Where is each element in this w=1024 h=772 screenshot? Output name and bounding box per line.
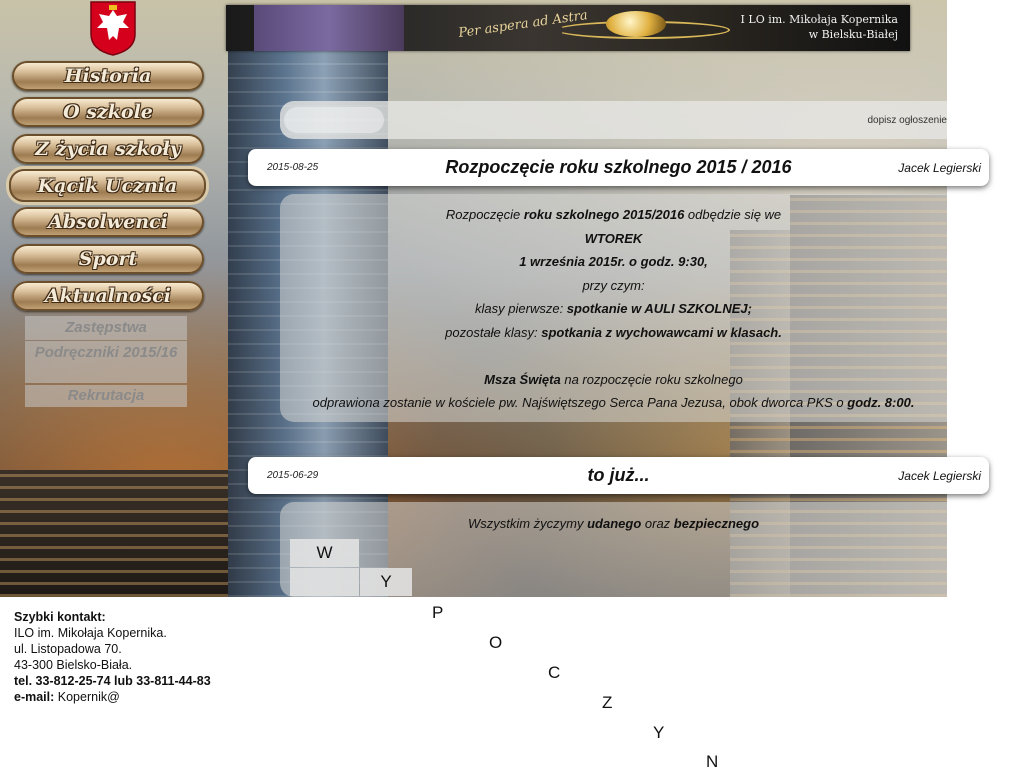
- contact-email: e-mail: Kopernik@: [14, 689, 211, 705]
- nav-label: Sport: [78, 248, 138, 270]
- nav-label: Historia: [64, 65, 152, 87]
- wish-letter: C: [548, 663, 561, 682]
- post-line: klasy pierwsze: spotkanie w AULI SZKOLNE…: [475, 301, 752, 316]
- contact-phone: tel. 33-812-25-74 lub 33-811-44-83: [14, 674, 211, 688]
- nav-z-zycia-szkoly-button[interactable]: Z życia szkoły: [12, 134, 204, 164]
- nav-label: Z życia szkoły: [35, 138, 181, 160]
- nav-kacik-ucznia-button[interactable]: Kącik Ucznia: [9, 169, 206, 202]
- wish-letter: O: [489, 633, 503, 652]
- nav-historia-button[interactable]: Historia: [12, 61, 204, 91]
- wish-letter: Z: [602, 693, 613, 712]
- post-line: Msza Święta na rozpoczęcie roku szkolneg…: [484, 371, 743, 387]
- nav-label: Aktualności: [45, 285, 171, 307]
- nav-label: Kącik Ucznia: [37, 174, 178, 197]
- contact-street: ul. Listopadowa 70.: [14, 642, 122, 656]
- banner-school-line2: w Bielsku-Białej: [808, 28, 898, 41]
- post-author: Jacek Legierski: [898, 161, 981, 175]
- post-spacer: [280, 344, 947, 368]
- subnav-zastepstwa-link[interactable]: Zastępstwa: [25, 316, 187, 340]
- post-header: 2015-06-29 to już... Jacek Legierski: [248, 457, 989, 494]
- nav-aktualnosci-button[interactable]: Aktualności: [12, 281, 204, 311]
- post-line: Rozpoczęcie roku szkolnego 2015/2016 odb…: [445, 207, 782, 222]
- contact-city: 43-300 Bielsko-Biała.: [14, 658, 133, 672]
- polish-eagle-emblem-icon: [90, 1, 136, 56]
- nav-o-szkole-button[interactable]: O szkole: [12, 97, 204, 127]
- banner-motto: Per aspera ad Astra: [457, 8, 589, 41]
- announcement-slot: [284, 107, 384, 133]
- post-header: 2015-08-25 Rozpoczęcie roku szkolnego 20…: [248, 149, 989, 186]
- contact-email-link[interactable]: Kopernik@: [54, 690, 120, 704]
- post-line: przy czym:: [582, 277, 645, 293]
- nav-label: Absolwenci: [48, 211, 168, 233]
- wish-letter: N: [706, 752, 719, 771]
- post-line: WTOREK: [584, 230, 643, 246]
- post-line: 1 września 2015r. o godz. 9:30,: [519, 254, 708, 269]
- post-line: Wszystkim życzymy udanego oraz bezpieczn…: [467, 516, 760, 531]
- nav-sport-button[interactable]: Sport: [12, 244, 204, 274]
- subnav-podreczniki-link[interactable]: Podręczniki 2015/16: [25, 341, 187, 383]
- wish-letter: Y: [360, 568, 412, 596]
- post-title[interactable]: Rozpoczęcie roku szkolnego 2015 / 2016: [248, 157, 989, 178]
- quick-contact: Szybki kontakt: ILO im. Mikołaja Koperni…: [14, 609, 211, 705]
- subnav-rekrutacja-link[interactable]: Rekrutacja: [25, 385, 187, 407]
- post-title[interactable]: to już...: [248, 465, 989, 486]
- planet-graphic: [606, 11, 666, 37]
- contact-email-label: e-mail:: [14, 690, 55, 704]
- wish-letter: W: [290, 539, 359, 567]
- wish-letter-cell: [290, 568, 359, 596]
- banner-school-name: I LO im. Mikołaja Kopernika w Bielsku-Bi…: [741, 12, 898, 42]
- wish-letter: Y: [653, 723, 665, 742]
- post-line: pozostałe klasy: spotkania z wychowawcam…: [445, 324, 782, 340]
- announcement-bar: dopisz ogłoszenie: [280, 101, 947, 139]
- building-graphic: [0, 470, 228, 597]
- nav-absolwenci-button[interactable]: Absolwenci: [12, 207, 204, 237]
- post-author: Jacek Legierski: [898, 469, 981, 483]
- contact-name: ILO im. Mikołaja Kopernika.: [14, 626, 167, 640]
- contact-heading: Szybki kontakt:: [14, 610, 106, 624]
- post-body: Rozpoczęcie roku szkolnego 2015/2016 odb…: [280, 194, 947, 422]
- nav-label: O szkole: [63, 101, 153, 123]
- add-announcement-link[interactable]: dopisz ogłoszenie: [868, 115, 948, 126]
- wish-letter: P: [432, 603, 444, 622]
- copernicus-portrait-image: [254, 5, 404, 51]
- header-banner: Per aspera ad Astra I LO im. Mikołaja Ko…: [226, 5, 910, 51]
- banner-school-line1: I LO im. Mikołaja Kopernika: [740, 13, 898, 26]
- post-line: odprawiona zostanie w kościele pw. Najśw…: [312, 395, 915, 410]
